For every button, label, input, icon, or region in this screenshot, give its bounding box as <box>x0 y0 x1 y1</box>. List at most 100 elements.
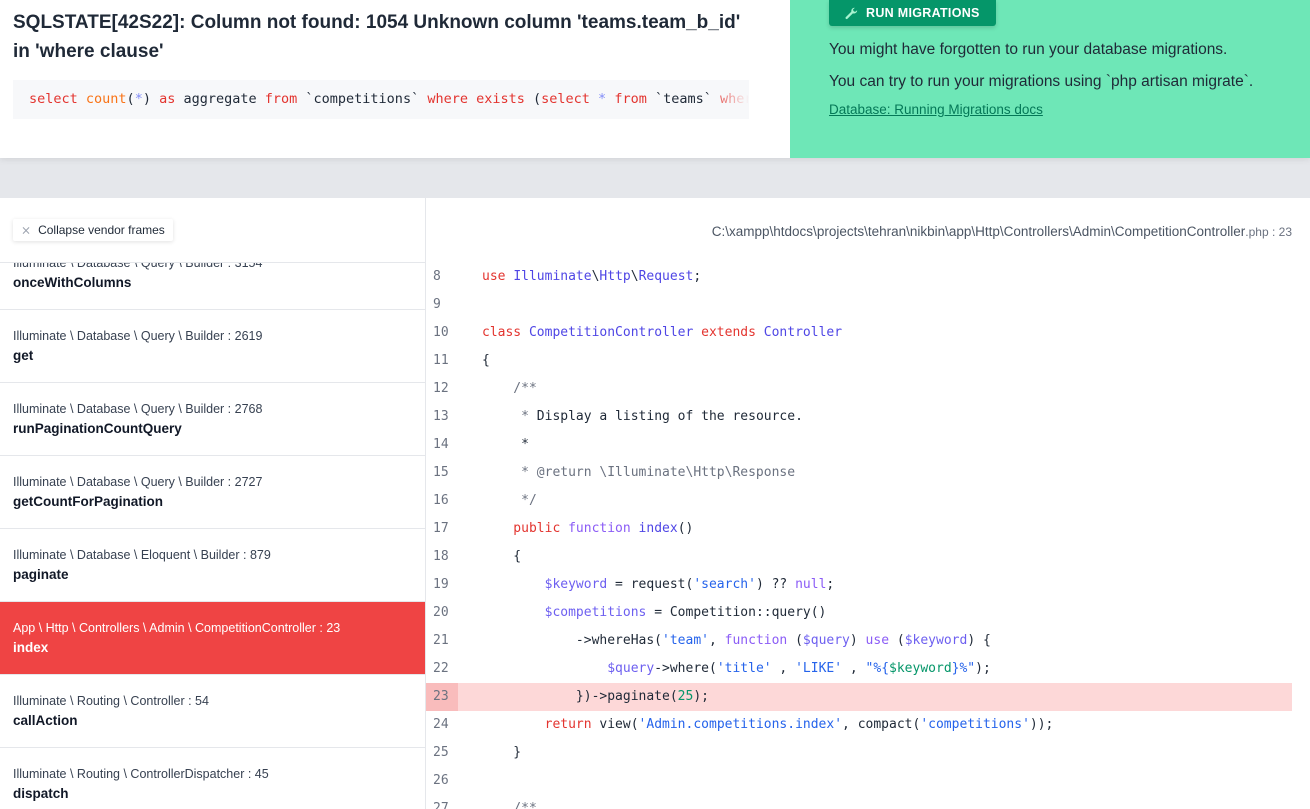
sql-token: * <box>134 91 143 107</box>
frame-class: Illuminate \ Database \ Query \ Builder … <box>13 402 263 416</box>
line-number[interactable]: 22 <box>426 655 458 683</box>
sql-token: `competitions` <box>305 91 428 107</box>
sql-query: select count(*) as aggregate from `compe… <box>13 80 749 119</box>
frame-class: Illuminate \ Database \ Query \ Builder … <box>13 329 263 343</box>
code-token: index <box>638 521 678 536</box>
frame-class: Illuminate \ Database \ Query \ Builder … <box>13 475 263 489</box>
code-token: , <box>771 661 796 676</box>
line-number[interactable]: 11 <box>426 347 458 375</box>
stack-frame[interactable]: Illuminate \ Database \ Eloquent \ Build… <box>0 529 425 602</box>
line-number[interactable]: 9 <box>426 291 458 319</box>
line-number[interactable]: 16 <box>426 487 458 515</box>
stack-frame[interactable]: Illuminate \ Database \ Query \ Builder … <box>0 262 425 310</box>
code-token: $query <box>802 633 850 648</box>
error-message: SQLSTATE[42S22]: Column not found: 1054 … <box>13 12 741 62</box>
code-token: * <box>482 409 537 424</box>
code-line: 14 * <box>426 431 1292 459</box>
stack-frame[interactable]: Illuminate \ Routing \ Controller : 54 ca… <box>0 675 425 748</box>
code-line: 8 use Illuminate\Http\Request; <box>426 263 1292 291</box>
migrations-docs-link[interactable]: Database: Running Migrations docs <box>829 102 1271 117</box>
line-number[interactable]: 15 <box>426 459 458 487</box>
line-code: { <box>458 543 521 571</box>
code-token: $competitions <box>482 605 647 620</box>
code-line: 13 * Display a listing of the resource. <box>426 403 1292 431</box>
line-number[interactable]: 10 <box>426 319 458 347</box>
code-token: ( <box>795 633 803 648</box>
sql-token: select <box>29 91 86 107</box>
stack-trace-panel: ⨯ Collapse vendor frames Illuminate \ Da… <box>0 198 426 809</box>
frame-method: onceWithColumns <box>13 275 132 290</box>
frame-method: runPaginationCountQuery <box>13 421 182 436</box>
stack-frame[interactable]: App \ Http \ Controllers \ Admin \ Compe… <box>0 602 425 675</box>
line-number[interactable]: 25 <box>426 739 458 767</box>
line-number[interactable]: 27 <box>426 795 458 809</box>
wrench-icon <box>845 7 858 19</box>
solution-panel: RUN MIGRATIONS You might have forgotten … <box>790 0 1310 158</box>
file-path-text: C:\xampp\htdocs\projects\tehran\nikbin\a… <box>711 224 1246 239</box>
frame-method: index <box>13 640 49 655</box>
line-number[interactable]: 26 <box>426 767 458 795</box>
code-line: 17 public function index() <box>426 515 1292 543</box>
file-path[interactable]: C:\xampp\htdocs\projects\tehran\nikbin\a… <box>712 224 1292 239</box>
code-token: function <box>724 633 796 648</box>
line-number[interactable]: 21 <box>426 627 458 655</box>
error-header: SQLSTATE[42S22]: Column not found: 1054 … <box>0 0 1310 158</box>
code-token: { <box>482 353 490 368</box>
code-token: CompetitionController <box>528 325 702 340</box>
code-line: 27 /** <box>426 795 1292 809</box>
line-number[interactable]: 23 <box>426 683 458 711</box>
line-number[interactable]: 19 <box>426 571 458 599</box>
code-token: ); <box>693 689 709 704</box>
code-token: function <box>568 521 639 536</box>
sql-token: from <box>614 91 655 107</box>
code-token: ; <box>826 577 835 592</box>
frame-method: dispatch <box>13 786 69 801</box>
code-token: extends <box>701 325 764 340</box>
line-number[interactable]: 24 <box>426 711 458 739</box>
sql-token: aggregate <box>183 91 265 107</box>
line-code: */ <box>458 487 537 515</box>
run-migrations-button[interactable]: RUN MIGRATIONS <box>829 0 996 26</box>
code-token: ); <box>975 661 991 676</box>
stack-frame[interactable]: Illuminate \ Database \ Query \ Builder … <box>0 310 425 383</box>
code-token: /** <box>482 801 537 809</box>
line-number[interactable]: 14 <box>426 431 458 459</box>
sql-token: where <box>719 91 749 107</box>
line-code: } <box>458 739 521 767</box>
collapse-vendor-frames-button[interactable]: ⨯ Collapse vendor frames <box>13 219 173 241</box>
sql-token: from <box>264 91 306 107</box>
file-ext: .php <box>1245 225 1269 239</box>
code-token: \ <box>630 269 639 284</box>
frame-class: Illuminate \ Database \ Query \ Builder … <box>13 262 263 270</box>
code-token: = Competition::query() <box>646 605 827 620</box>
line-number[interactable]: 20 <box>426 599 458 627</box>
frame-class: Illuminate \ Routing \ Controller : 54 <box>13 694 209 708</box>
line-number[interactable]: 17 <box>426 515 458 543</box>
line-number[interactable]: 12 <box>426 375 458 403</box>
line-number[interactable]: 18 <box>426 543 458 571</box>
code-line: 23 })->paginate(25); <box>426 683 1292 711</box>
code-token: ( <box>896 633 905 648</box>
line-code: class CompetitionController extends Cont… <box>458 319 842 347</box>
code-viewer: 8 use Illuminate\Http\Request; 9 10 class Co… <box>426 263 1292 809</box>
collapse-icon: ⨯ <box>21 223 32 237</box>
file-line: : 23 <box>1268 225 1292 239</box>
stack-frame[interactable]: Illuminate \ Routing \ ControllerDispatc… <box>0 748 425 809</box>
sql-token: as <box>159 91 184 107</box>
stack-frame[interactable]: Illuminate \ Database \ Query \ Builder … <box>0 456 425 529</box>
code-token: { <box>482 549 522 564</box>
code-token: Controller <box>763 325 843 340</box>
source-panel: C:\xampp\htdocs\projects\tehran\nikbin\a… <box>426 198 1310 809</box>
frame-method: getCountForPagination <box>13 494 163 509</box>
line-code: return view('Admin.competitions.index', … <box>458 711 1054 739</box>
line-number[interactable]: 8 <box>426 263 458 291</box>
line-code: ->whereHas('team', function ($query) use… <box>458 627 991 655</box>
frame-list[interactable]: Illuminate \ Database \ Query \ Builder … <box>0 262 425 809</box>
code-token: ->where( <box>654 661 717 676</box>
sql-token: where exists <box>427 91 533 107</box>
frame-method: callAction <box>13 713 78 728</box>
sql-token: ) <box>142 91 160 107</box>
line-number[interactable]: 13 <box>426 403 458 431</box>
sql-token: ( <box>533 91 542 107</box>
stack-frame[interactable]: Illuminate \ Database \ Query \ Builder … <box>0 383 425 456</box>
